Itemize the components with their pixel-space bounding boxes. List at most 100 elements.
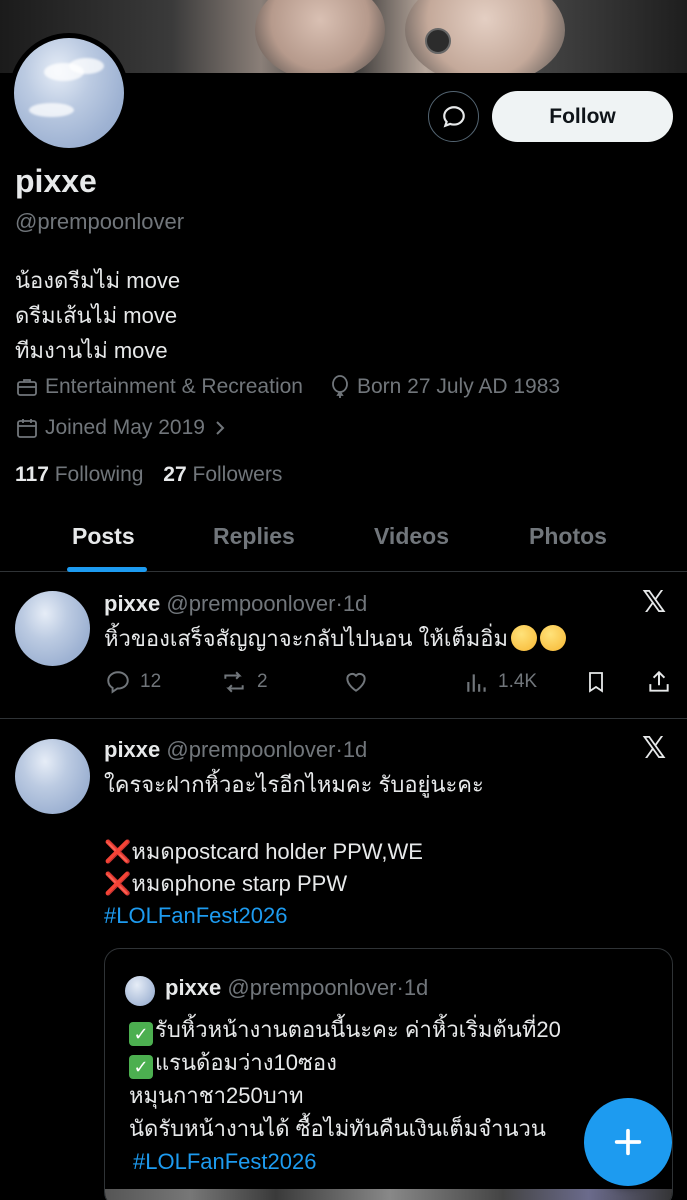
balloon-icon	[329, 375, 351, 399]
profile-stats: 117 Following 27 Followers	[15, 463, 282, 487]
post-line: ใครจะฝากหิ้วอะไรอีกไหมคะ รับอยู่นะคะ	[104, 772, 484, 797]
views-count: 1.4K	[498, 671, 538, 692]
check-mark-emoji-icon: ✓	[129, 1022, 153, 1046]
profile-bio: น้องดรีมไม่ move ดรีมเส้นไม่ move ทีมงาน…	[15, 263, 180, 368]
share-button[interactable]	[646, 669, 680, 695]
quoted-line: ✓ แรนด้อมว่าง10ซอง	[129, 1046, 561, 1079]
post-avatar[interactable]	[15, 591, 90, 666]
post-separator: ·	[335, 737, 343, 762]
briefcase-icon	[15, 375, 39, 399]
reply-count: 12	[140, 671, 162, 692]
message-bubble-icon	[442, 105, 465, 127]
quoted-post[interactable]: pixxe @prempoonlover·1d ✓ รับหิ้วหน้างานต…	[104, 948, 673, 1200]
pleading-face-emoji-icon	[539, 625, 566, 651]
quoted-post-text: ✓ รับหิ้วหน้างานตอนนี้นะคะ ค่าหิ้วเริ่มต้…	[129, 1013, 561, 1178]
calendar-icon	[15, 416, 39, 440]
followers-count: 27	[163, 463, 187, 486]
bio-line: น้องดรีมไม่ move	[15, 268, 181, 293]
cross-mark-emoji-icon: ❌	[104, 839, 132, 864]
compose-post-button[interactable]	[584, 1098, 672, 1186]
post-author-name[interactable]: pixxe	[104, 591, 160, 616]
quoted-line-text: รับหิ้วหน้างานตอนนี้นะคะ ค่าหิ้วเริ่มต้น…	[155, 1017, 561, 1042]
post-line-text: หมดphone starp PPW	[131, 871, 348, 896]
profile-tabs: Posts Replies Videos Photos	[0, 505, 687, 572]
reply-button[interactable]: 12	[104, 669, 161, 695]
views-button[interactable]: 1.4K	[464, 669, 537, 695]
quoted-post-header: pixxe @prempoonlover·1d	[165, 975, 428, 1001]
bio-line: ทีมงานไม่ move	[15, 338, 168, 363]
profile-display-name: pixxe	[15, 163, 97, 199]
profile-avatar[interactable]	[9, 33, 129, 153]
quoted-line: นัดรับหน้างานได้ ซื้อไม่ทันคืนเงินเต็มจำ…	[129, 1116, 546, 1141]
quoted-separator: ·	[396, 975, 404, 1000]
post-avatar[interactable]	[15, 739, 90, 814]
reply-icon	[107, 671, 129, 694]
post-item[interactable]: pixxe @prempoonlover·1d 𝕏 หิ้วของเสร็จสั…	[0, 573, 687, 718]
cross-mark-emoji-icon: ❌	[104, 871, 132, 896]
quoted-author-name: pixxe	[165, 975, 222, 1000]
x-logo-icon: 𝕏	[642, 586, 667, 619]
post-line: ❌หมดphone starp PPW	[104, 868, 484, 900]
profile-joined-date: Joined May 2019	[45, 416, 205, 439]
post-timestamp[interactable]: 1d	[343, 591, 367, 616]
message-button[interactable]	[428, 91, 479, 142]
post-line-text: หมดpostcard holder PPW,WE	[131, 839, 423, 864]
post-line: ❌หมดpostcard holder PPW,WE	[104, 836, 484, 868]
post-body: หิ้วของเสร็จสัญญาจะกลับไปนอน ให้เต็มอิ่ม	[104, 626, 508, 651]
post-timestamp[interactable]: 1d	[343, 737, 367, 762]
followers-link[interactable]: 27 Followers	[163, 463, 282, 486]
quoted-timestamp: 1d	[403, 975, 429, 1000]
quoted-line: หมุนกาชา250บาท	[129, 1083, 304, 1108]
share-icon	[649, 670, 669, 692]
post-author-name[interactable]: pixxe	[104, 737, 160, 762]
banner-microphone	[425, 28, 451, 54]
check-mark-emoji-icon: ✓	[129, 1055, 153, 1079]
post-author-handle[interactable]: @prempoonlover	[166, 737, 335, 762]
profile-birthdate: Born 27 July AD 1983	[356, 375, 561, 398]
post-text: ใครจะฝากหิ้วอะไรอีกไหมคะ รับอยู่นะคะ ❌หม…	[104, 769, 484, 932]
hashtag-link[interactable]: #LOLFanFest2026	[129, 1145, 561, 1178]
banner-photo-person-left	[255, 0, 385, 73]
cloud-shape	[29, 103, 74, 117]
plus-icon	[614, 1128, 642, 1156]
post-header: pixxe @prempoonlover·1d	[104, 591, 367, 617]
cloud-shape	[69, 58, 104, 74]
chevron-right-icon	[213, 418, 227, 438]
quoted-author-handle: @prempoonlover	[227, 975, 397, 1000]
post-separator: ·	[335, 591, 343, 616]
tab-posts[interactable]: Posts	[72, 523, 135, 550]
repost-count: 2	[257, 671, 268, 692]
post-header: pixxe @prempoonlover·1d	[104, 737, 367, 763]
heart-icon	[346, 672, 366, 692]
like-button[interactable]	[342, 669, 378, 695]
post-text: หิ้วของเสร็จสัญญาจะกลับไปนอน ให้เต็มอิ่ม	[104, 623, 566, 655]
followers-label: Followers	[192, 463, 283, 486]
tab-videos[interactable]: Videos	[374, 523, 449, 550]
bio-line: ดรีมเส้นไม่ move	[15, 303, 178, 328]
following-count: 117	[15, 463, 49, 486]
quoted-post-avatar	[125, 976, 155, 1006]
bookmark-icon	[589, 672, 603, 693]
post-author-handle[interactable]: @prempoonlover	[166, 591, 335, 616]
quoted-line-text: แรนด้อมว่าง10ซอง	[155, 1050, 337, 1075]
profile-joined-row[interactable]: Joined May 2019	[15, 416, 233, 440]
repost-button[interactable]: 2	[219, 669, 268, 695]
repost-icon	[224, 671, 244, 693]
hashtag-link[interactable]: #LOLFanFest2026	[104, 900, 484, 932]
following-label: Following	[54, 463, 144, 486]
tab-photos[interactable]: Photos	[529, 523, 607, 550]
quoted-post-image-preview[interactable]	[105, 1189, 672, 1200]
profile-handle: @prempoonlover	[15, 209, 185, 234]
pleading-face-emoji-icon	[510, 625, 537, 651]
active-tab-indicator	[67, 567, 147, 572]
quoted-line: ✓ รับหิ้วหน้างานตอนนี้นะคะ ค่าหิ้วเริ่มต้…	[129, 1013, 561, 1046]
analytics-icon	[467, 674, 486, 692]
bookmark-button[interactable]	[584, 669, 616, 695]
following-link[interactable]: 117 Following	[15, 463, 143, 486]
profile-category: Entertainment & Recreation	[45, 375, 303, 398]
follow-button[interactable]: Follow	[492, 91, 673, 142]
tab-replies[interactable]: Replies	[213, 523, 295, 550]
post-actions: 12 2 1.4K	[104, 669, 674, 699]
x-logo-icon: 𝕏	[642, 732, 667, 765]
